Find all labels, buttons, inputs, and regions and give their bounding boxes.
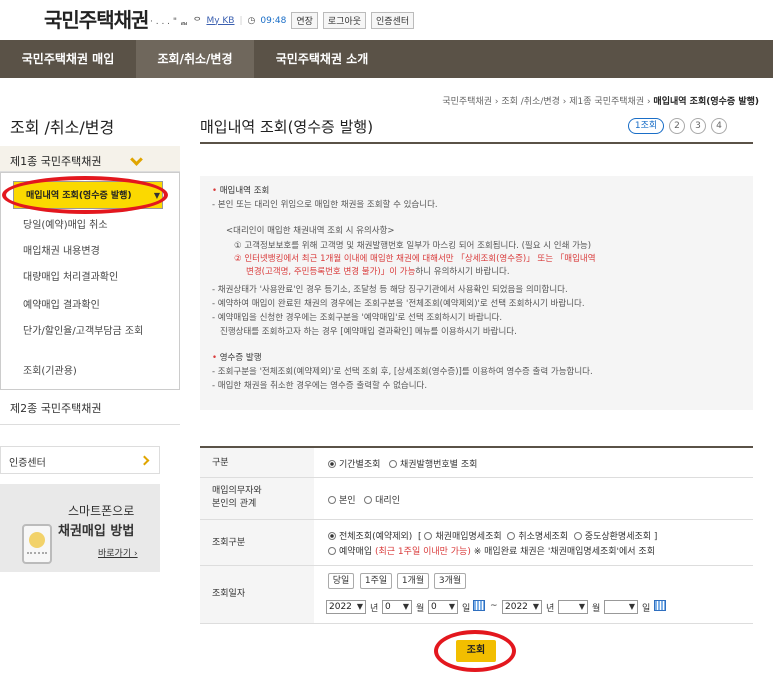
chevron-down-icon <box>130 153 143 166</box>
quick-today-button[interactable]: 당일 <box>328 573 354 589</box>
from-day-select[interactable]: 0 <box>428 600 458 614</box>
sidebar-item-cancel[interactable]: 당일(예약)매입 취소 <box>23 219 153 232</box>
sidebar-group-type1[interactable]: 제1종 국민주택채권 <box>0 146 180 172</box>
sidebar-group-type2[interactable]: 제2종 국민주택채권 <box>10 400 101 416</box>
highlight-ring-sidebar <box>2 176 168 214</box>
radio-purchase-detail[interactable] <box>424 532 433 540</box>
gnb-purchase[interactable]: 국민주택채권 매입 <box>0 40 136 78</box>
clock-icon: ◷ <box>247 15 256 26</box>
step-2: 2 <box>669 118 685 134</box>
sidebar-title: 조회 /취소/변경 <box>10 118 115 137</box>
search-form: 구분 기간별조회 채권발행번호별 조회 매입의무자와 본인의 관계 본인 대리인… <box>200 446 753 624</box>
radio-agent[interactable] <box>364 496 373 504</box>
cert-center-button[interactable]: 인증센터 <box>371 12 415 29</box>
sidebar-item-change[interactable]: 매입채권 내용변경 <box>23 245 153 258</box>
page-title: 매입내역 조회(영수증 발행) <box>200 118 374 136</box>
highlight-ring-search <box>434 630 516 672</box>
from-month-select[interactable]: 0 <box>382 600 412 614</box>
global-nav: 국민주택채권 매입 조회/취소/변경 국민주택채권 소개 <box>0 40 773 78</box>
radio-reservation[interactable] <box>328 547 336 555</box>
step-3: 3 <box>690 118 706 134</box>
sidebar-item-institution[interactable]: 조회(기관용) <box>23 365 153 378</box>
radio-cancel-detail[interactable] <box>507 532 516 540</box>
radio-period[interactable] <box>328 460 336 468</box>
site-logo[interactable]: 국민주택채권 <box>44 4 149 33</box>
logout-button[interactable]: 로그아웃 <box>322 12 367 29</box>
to-day-select[interactable] <box>604 600 638 614</box>
quick-1week-button[interactable]: 1주일 <box>360 573 392 589</box>
gnb-inquiry[interactable]: 조회/취소/변경 <box>136 40 254 78</box>
shortcut-icons[interactable]: · . . . " ᆲ <box>150 14 188 27</box>
chevron-right-icon <box>139 455 150 466</box>
quick-3month-button[interactable]: 3개월 <box>434 573 466 589</box>
radio-early-redemption[interactable] <box>573 532 582 540</box>
my-kb-link[interactable]: My KB <box>206 16 234 26</box>
radio-self[interactable] <box>328 496 336 504</box>
notice-box: 매입내역 조회 - 본인 또는 대리인 위임으로 매입한 채권을 조회할 수 있… <box>200 176 753 410</box>
form-row-type: 구분 기간별조회 채권발행번호별 조회 <box>200 448 753 478</box>
extend-button[interactable]: 연장 <box>291 12 318 29</box>
sidebar-item-reservation-result[interactable]: 예약매입 결과확인 <box>23 299 153 312</box>
step-4: 4 <box>711 118 727 134</box>
radio-bond-number[interactable] <box>389 460 397 468</box>
sidebar-item-price-rate[interactable]: 단가/할인율/고객부담금 조회 <box>23 325 153 338</box>
sidebar-item-bulk-result[interactable]: 대량매입 처리결과확인 <box>23 271 153 284</box>
to-year-select[interactable]: 2022 <box>502 600 542 614</box>
from-calendar-icon[interactable] <box>473 600 485 611</box>
form-row-relation: 매입의무자와 본인의 관계 본인 대리인 <box>200 478 753 520</box>
gnb-intro[interactable]: 국민주택채권 소개 <box>254 40 390 78</box>
to-month-select[interactable] <box>558 600 588 614</box>
form-row-date: 조회일자 당일 1주일 1개월 3개월 2022 년 0 월 0 일 ~ 202… <box>200 566 753 624</box>
form-row-inquiry-type: 조회구분 전체조회(예약제외) [ 채권매입명세조회 취소명세조회 중도상환명세… <box>200 520 753 566</box>
step-indicator: 1조회 2 3 4 <box>628 118 727 134</box>
banner-go-link[interactable]: 바로가기 › <box>98 546 138 559</box>
user-icon: ᄋ <box>193 17 202 27</box>
top-header: 국민주택채권 · . . . " ᆲ ᄋ My KB | ◷ 09:48 연장 … <box>0 0 773 40</box>
session-time: 09:48 <box>260 15 287 26</box>
radio-all[interactable] <box>328 532 336 540</box>
smartphone-banner[interactable]: 스마트폰으로 채권매입 방법 바로가기 › <box>0 484 160 572</box>
phone-icon <box>22 524 52 564</box>
step-1: 1조회 <box>628 118 664 134</box>
from-year-select[interactable]: 2022 <box>326 600 366 614</box>
breadcrumb: 국민주택채권 › 조회 /취소/변경 › 제1종 국민주택채권 › 매입내역 조… <box>442 97 759 107</box>
to-calendar-icon[interactable] <box>654 600 666 611</box>
header-utility: · . . . " ᆲ ᄋ My KB | ◷ 09:48 연장 로그아웃 인증… <box>150 12 415 29</box>
quick-1month-button[interactable]: 1개월 <box>397 573 429 589</box>
sidebar-cert-center[interactable]: 인증센터 <box>0 446 160 474</box>
